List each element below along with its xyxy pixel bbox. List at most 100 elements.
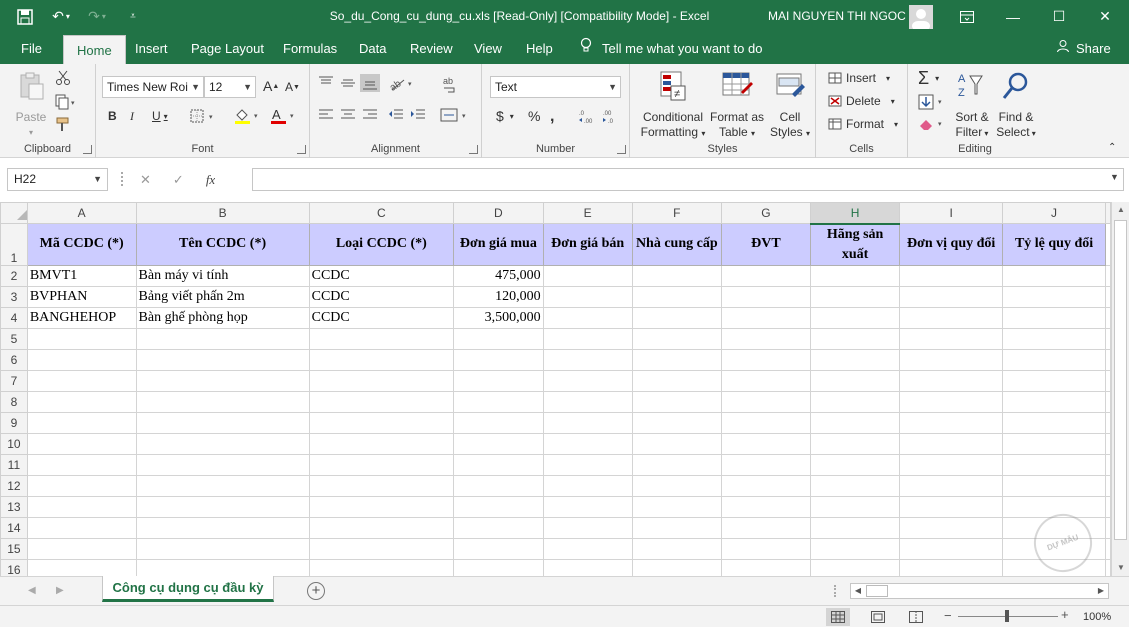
cell[interactable] bbox=[135, 558, 310, 576]
sort-filter-button[interactable]: AZ Sort & Filter ▾ bbox=[952, 70, 992, 141]
column-header-j[interactable]: J bbox=[1002, 202, 1106, 224]
cell[interactable] bbox=[810, 411, 901, 434]
cell[interactable] bbox=[135, 348, 310, 371]
cell[interactable] bbox=[899, 537, 1004, 560]
fill-color-icon[interactable]: ▾ bbox=[234, 108, 262, 124]
cell[interactable] bbox=[308, 537, 455, 560]
cell[interactable] bbox=[631, 306, 722, 329]
cell[interactable] bbox=[899, 453, 1004, 476]
select-all-corner[interactable] bbox=[0, 202, 28, 224]
cell[interactable] bbox=[810, 306, 901, 329]
paste-button[interactable]: Paste ▾ bbox=[10, 70, 52, 140]
currency-icon[interactable]: $ ▾ bbox=[496, 108, 514, 124]
cell[interactable] bbox=[1105, 327, 1111, 350]
zoom-slider-knob[interactable] bbox=[1005, 610, 1009, 622]
page-layout-view-icon[interactable] bbox=[866, 608, 890, 626]
cell[interactable] bbox=[26, 474, 137, 497]
cell[interactable] bbox=[720, 369, 812, 392]
cell[interactable] bbox=[631, 411, 722, 434]
cell[interactable] bbox=[26, 348, 137, 371]
cell[interactable] bbox=[26, 558, 137, 576]
cell[interactable] bbox=[542, 432, 633, 455]
name-box[interactable]: H22 ▼ bbox=[7, 168, 108, 191]
cell[interactable] bbox=[1105, 264, 1111, 287]
cell[interactable] bbox=[1105, 348, 1111, 371]
cell[interactable] bbox=[631, 495, 722, 518]
font-name-combo[interactable]: Times New Roi ▼ bbox=[102, 76, 204, 98]
cell[interactable]: CCDC bbox=[308, 264, 455, 287]
cell[interactable] bbox=[720, 432, 812, 455]
font-launcher-icon[interactable] bbox=[297, 145, 306, 154]
formula-bar-grip[interactable] bbox=[121, 172, 124, 186]
align-right-icon[interactable] bbox=[362, 108, 378, 122]
horizontal-scrollbar[interactable]: ◀ ▶ bbox=[850, 583, 1109, 599]
cell[interactable] bbox=[135, 390, 310, 413]
borders-icon[interactable]: ▾ bbox=[190, 109, 218, 123]
cell[interactable] bbox=[810, 369, 901, 392]
cell[interactable] bbox=[1105, 306, 1111, 329]
ribbon-display-options-icon[interactable] bbox=[944, 0, 990, 33]
expand-formula-bar-icon[interactable]: ▼ bbox=[1110, 172, 1119, 182]
cell[interactable] bbox=[542, 285, 633, 308]
cell[interactable] bbox=[135, 453, 310, 476]
row-header[interactable]: 16 bbox=[0, 558, 28, 576]
cell[interactable]: BANGHEHOP bbox=[26, 306, 137, 329]
header-cell[interactable]: Loại CCDC (*) bbox=[308, 223, 455, 266]
cell[interactable] bbox=[135, 516, 310, 539]
cell[interactable]: 475,000 bbox=[453, 264, 544, 287]
header-cell[interactable]: Đơn giá mua bbox=[453, 223, 544, 266]
header-cell[interactable]: Đơn vị quy đổi bbox=[899, 223, 1004, 266]
cell[interactable] bbox=[1105, 558, 1111, 576]
scroll-up-icon[interactable]: ▲ bbox=[1112, 202, 1129, 218]
header-cell[interactable]: Tỷ lệ quy đổi bbox=[1002, 223, 1106, 266]
cell[interactable] bbox=[720, 285, 812, 308]
row-header[interactable]: 10 bbox=[0, 432, 28, 455]
cell[interactable] bbox=[899, 369, 1004, 392]
cell[interactable] bbox=[135, 432, 310, 455]
vertical-scroll-thumb[interactable] bbox=[1114, 220, 1127, 540]
tab-split-grip[interactable] bbox=[834, 585, 836, 597]
cell[interactable] bbox=[308, 369, 455, 392]
cell[interactable] bbox=[899, 264, 1004, 287]
tab-data[interactable]: Data bbox=[359, 33, 386, 64]
avatar[interactable] bbox=[909, 5, 933, 29]
row-header[interactable]: 11 bbox=[0, 453, 28, 476]
format-as-table-button[interactable]: Format as Table ▾ bbox=[708, 70, 766, 141]
row-header[interactable]: 12 bbox=[0, 474, 28, 497]
cell[interactable] bbox=[308, 474, 455, 497]
cell[interactable] bbox=[1002, 264, 1106, 287]
cell[interactable]: BVPHAN bbox=[26, 285, 137, 308]
number-format-combo[interactable]: Text ▼ bbox=[490, 76, 621, 98]
cell[interactable] bbox=[631, 264, 722, 287]
format-painter-icon[interactable] bbox=[55, 116, 71, 132]
user-name[interactable]: MAI NGUYEN THI NGOC bbox=[768, 0, 906, 33]
cell[interactable] bbox=[542, 390, 633, 413]
cell[interactable] bbox=[720, 411, 812, 434]
cell[interactable] bbox=[631, 453, 722, 476]
vertical-scrollbar[interactable]: ▲ ▼ bbox=[1111, 202, 1129, 576]
share-button[interactable]: Share bbox=[1056, 33, 1111, 64]
cell[interactable] bbox=[899, 285, 1004, 308]
cell[interactable] bbox=[453, 516, 544, 539]
cell[interactable] bbox=[135, 327, 310, 350]
cell[interactable] bbox=[135, 369, 310, 392]
row-header[interactable]: 9 bbox=[0, 411, 28, 434]
align-left-icon[interactable] bbox=[318, 108, 334, 122]
cell[interactable]: 3,500,000 bbox=[453, 306, 544, 329]
cell[interactable] bbox=[453, 411, 544, 434]
column-header-g[interactable]: G bbox=[720, 202, 812, 224]
cell[interactable] bbox=[135, 411, 310, 434]
cell[interactable] bbox=[810, 537, 901, 560]
cell[interactable] bbox=[542, 558, 633, 576]
cell[interactable] bbox=[542, 516, 633, 539]
cell[interactable] bbox=[308, 390, 455, 413]
zoom-level[interactable]: 100% bbox=[1083, 606, 1111, 627]
sheet-tab-active[interactable]: Công cụ dụng cụ đầu kỳ bbox=[102, 576, 274, 602]
cell-styles-button[interactable]: Cell Styles ▾ bbox=[768, 70, 812, 141]
add-sheet-icon[interactable]: + bbox=[307, 582, 325, 600]
column-header-d[interactable]: D bbox=[453, 202, 544, 224]
cell[interactable] bbox=[542, 495, 633, 518]
wrap-text-icon[interactable]: ab bbox=[442, 76, 458, 94]
cell[interactable] bbox=[135, 474, 310, 497]
cell[interactable] bbox=[542, 453, 633, 476]
